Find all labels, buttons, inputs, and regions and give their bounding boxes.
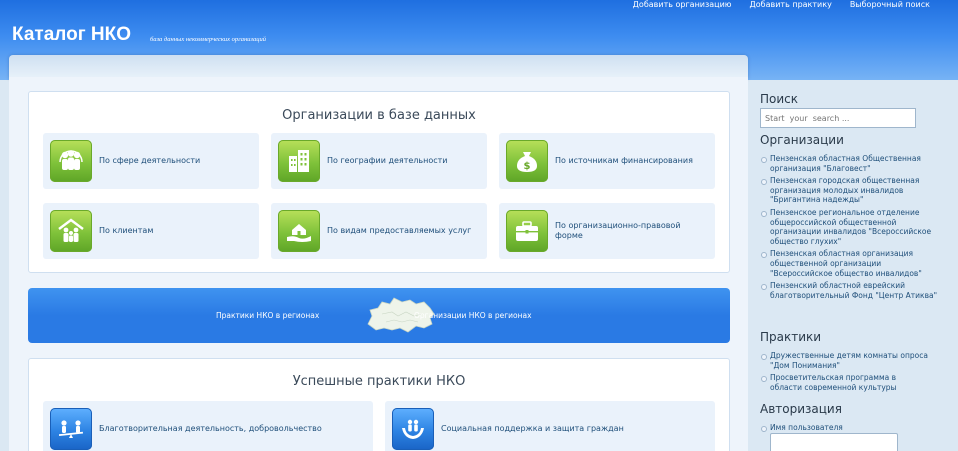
search-input[interactable]	[760, 108, 916, 128]
category-card-label: По видам предоставляемых услуг	[327, 226, 472, 235]
practices-list: Дружественные детям комнаты опроса "Дом …	[760, 351, 930, 395]
add-practice-link[interactable]: Добавить практику	[750, 0, 832, 12]
username-label: Имя пользователя	[760, 423, 930, 433]
organization-link[interactable]: Пензенское региональное отделение общеро…	[760, 208, 940, 246]
money-bag-icon: $	[506, 140, 548, 182]
house-hand-icon	[278, 210, 320, 252]
main-panel-tab	[9, 55, 748, 79]
category-card-label: По источникам финансирования	[555, 156, 693, 165]
username-input[interactable]	[770, 433, 898, 451]
category-card-label: По географии деятельности	[327, 156, 448, 165]
hands-people-icon	[392, 408, 434, 450]
practices-in-regions-link[interactable]: Практики НКО в регионах	[216, 311, 319, 320]
organization-link[interactable]: Пензенская городская общественная органи…	[760, 176, 940, 205]
seesaw-icon	[50, 408, 92, 450]
organizations-box-title: Организации в базе данных	[282, 108, 476, 123]
organizations-heading: Организации	[760, 133, 844, 147]
advanced-search-link[interactable]: Выборочный поиск	[850, 0, 930, 12]
people-icon	[50, 140, 92, 182]
search-heading: Поиск	[760, 92, 799, 106]
practice-card-social-support[interactable]: Социальная поддержка и защита граждан	[385, 401, 715, 451]
practices-box: Успешные практики НКО Благотворительная …	[28, 358, 730, 451]
site-tagline: база данных некоммерческих организаций	[150, 36, 266, 43]
practice-card-charity[interactable]: Благотворительная деятельность, добровол…	[43, 401, 373, 451]
organizations-box: Организации в базе данных По сфере деяте…	[28, 91, 730, 273]
category-card-legal-form[interactable]: По организационно-правовой форме	[499, 203, 715, 259]
category-card-clients[interactable]: По клиентам	[43, 203, 259, 259]
practice-link[interactable]: Просветительская программа в области сов…	[760, 373, 930, 392]
practices-box-title: Успешные практики НКО	[292, 374, 466, 389]
category-card-funding[interactable]: $ По источникам финансирования	[499, 133, 715, 189]
practice-card-label: Социальная поддержка и защита граждан	[441, 424, 624, 433]
organization-link[interactable]: Пензенская областная организация обществ…	[760, 249, 940, 278]
category-card-services[interactable]: По видам предоставляемых услуг	[271, 203, 487, 259]
category-card-label: По сфере деятельности	[99, 156, 201, 165]
category-card-geography[interactable]: По географии деятельности	[271, 133, 487, 189]
briefcase-icon	[506, 210, 548, 252]
category-card-label: По клиентам	[99, 226, 154, 235]
organization-link[interactable]: Пензенская областная Общественная органи…	[760, 154, 940, 173]
organizations-in-regions-link[interactable]: Организации НКО в регионах	[414, 311, 532, 320]
buildings-icon	[278, 140, 320, 182]
site-title[interactable]: Каталог НКО	[12, 24, 131, 46]
family-house-icon	[50, 210, 92, 252]
practices-heading: Практики	[760, 330, 822, 344]
organizations-list: Пензенская областная Общественная органи…	[760, 154, 940, 303]
practice-card-label: Благотворительная деятельность, добровол…	[99, 424, 322, 433]
regions-banner: Практики НКО в регионах Организации НКО …	[28, 288, 730, 343]
practice-link[interactable]: Дружественные детям комнаты опроса "Дом …	[760, 351, 930, 370]
add-organization-link[interactable]: Добавить организацию	[633, 0, 732, 12]
svg-text:$: $	[524, 161, 531, 172]
category-card-label: По организационно-правовой форме	[555, 221, 681, 240]
top-links: Добавить организацию Добавить практику В…	[633, 0, 930, 12]
category-card-activity[interactable]: По сфере деятельности	[43, 133, 259, 189]
auth-heading: Авторизация	[760, 402, 842, 416]
organization-link[interactable]: Пензенский областной еврейский благотвор…	[760, 281, 940, 300]
